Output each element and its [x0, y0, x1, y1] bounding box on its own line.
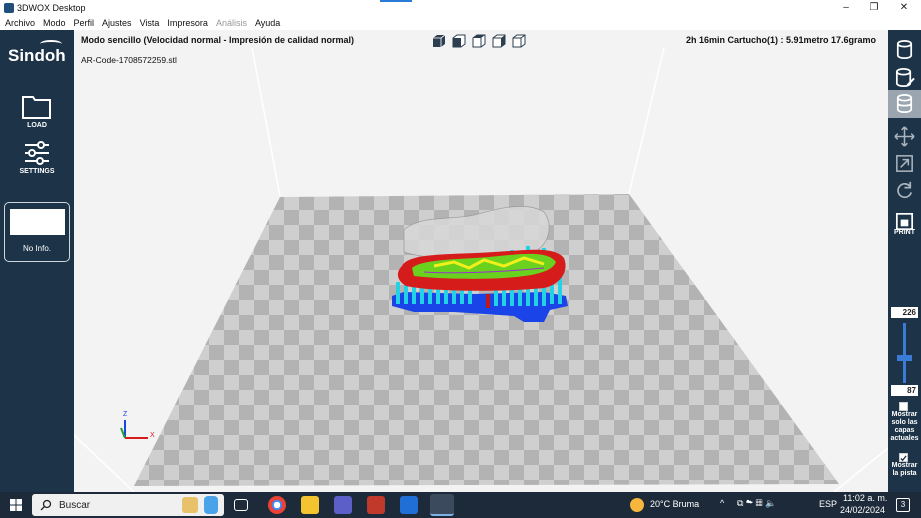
- view-top-cube-icon[interactable]: [471, 33, 487, 49]
- printer-info-label: No Info.: [22, 244, 51, 253]
- printer-info-preview: [10, 209, 65, 235]
- view-side-cube-icon[interactable]: [451, 33, 467, 49]
- file-name: AR-Code-1708572259.stl: [81, 55, 177, 65]
- layer-slider-track[interactable]: [903, 323, 906, 383]
- search-highlight-icon: [182, 497, 198, 513]
- weather-text[interactable]: 20°C Bruma: [650, 499, 699, 509]
- menu-archivo[interactable]: Archivo: [5, 16, 35, 30]
- volume-edge-bottom-right: [833, 447, 888, 492]
- notifications-icon[interactable]: 3: [896, 498, 910, 512]
- sliders-icon: [25, 141, 49, 165]
- search-icon: [40, 499, 52, 511]
- volume-edge-bottom-left: [74, 434, 135, 492]
- title-bar: 3DWOX Desktop – ❐ ✕: [0, 0, 921, 16]
- right-panel: PRINT 226 87 Mostrar solo las capas actu…: [888, 30, 921, 492]
- close-button[interactable]: ✕: [894, 2, 914, 14]
- show-track-label: Mostrar la pista: [891, 462, 918, 477]
- app-icon: [4, 3, 14, 13]
- volume-edge-left: [251, 47, 281, 197]
- menu-impresora[interactable]: Impresora: [167, 16, 208, 30]
- app-icon-blue[interactable]: [400, 496, 418, 514]
- chrome-icon[interactable]: [268, 496, 286, 514]
- sindoh-logo: Sindoh: [8, 46, 66, 65]
- checkmark-icon: [900, 455, 907, 462]
- menu-analisis: Análisis: [215, 18, 247, 28]
- rotate-icon[interactable]: [893, 179, 916, 202]
- restore-button[interactable]: ❐: [864, 2, 884, 14]
- show-current-layers-checkbox[interactable]: [899, 402, 908, 411]
- show-track-checkbox[interactable]: [899, 453, 908, 462]
- menu-perfil[interactable]: Perfil: [74, 16, 95, 30]
- move-icon[interactable]: [893, 125, 916, 148]
- axis-gizmo: [120, 420, 148, 439]
- 3d-viewport[interactable]: Z X Modo sencillo (Velocidad normal - Im…: [74, 30, 888, 492]
- print-mode-label[interactable]: Modo sencillo (Velocidad normal - Impres…: [81, 35, 354, 45]
- print-label: PRINT: [894, 229, 915, 236]
- task-view-icon[interactable]: [234, 499, 248, 511]
- settings-button[interactable]: SETTINGS: [14, 140, 60, 175]
- sliced-model: [392, 205, 568, 322]
- layer-top-input[interactable]: 226: [891, 307, 918, 318]
- taskbar-search[interactable]: Buscar: [32, 494, 224, 516]
- language-indicator[interactable]: ESP: [819, 499, 837, 509]
- show-current-layers-label: Mostrar solo las capas actuales: [890, 411, 919, 442]
- load-button[interactable]: LOAD: [14, 92, 60, 129]
- settings-label: SETTINGS: [19, 168, 55, 175]
- view-right-cube-icon[interactable]: [511, 33, 527, 49]
- load-label: LOAD: [27, 122, 47, 129]
- menu-ajustes[interactable]: Ajustes: [102, 16, 132, 30]
- window-title: 3DWOX Desktop: [17, 3, 86, 13]
- windows-start-icon[interactable]: [10, 499, 22, 511]
- scale-icon[interactable]: [893, 152, 916, 175]
- left-panel: Sindoh LOAD SETTINGS No Info.: [0, 30, 74, 492]
- file-explorer-icon[interactable]: [301, 496, 319, 514]
- tray-icons[interactable]: ⧉ ☁ ▦ 🔈: [737, 498, 776, 509]
- view-cube-toolbar: [431, 33, 527, 49]
- layer-slider-handle[interactable]: [897, 355, 912, 361]
- taskbar: Buscar 20°C Bruma ^ ⧉ ☁ ▦ 🔈 ESP 11:02 a.…: [0, 492, 921, 518]
- minimize-button[interactable]: –: [836, 2, 856, 14]
- volume-edge-right: [628, 47, 665, 195]
- menu-modo[interactable]: Modo: [43, 16, 66, 30]
- clock-date[interactable]: 24/02/2024: [840, 505, 885, 515]
- view-front-cube-icon[interactable]: [431, 33, 447, 49]
- print-button[interactable]: PRINT: [888, 206, 921, 241]
- title-accent: [380, 0, 412, 2]
- cylinder-icon[interactable]: [893, 38, 916, 61]
- search-highlight-bottle-icon: [204, 496, 218, 514]
- app-icon-red[interactable]: [367, 496, 385, 514]
- menu-bar: Archivo Modo Perfil Ajustes Vista Impres…: [0, 16, 921, 30]
- menu-ayuda[interactable]: Ayuda: [255, 16, 280, 30]
- 3dwox-taskbar-icon[interactable]: [430, 494, 454, 516]
- menu-vista[interactable]: Vista: [140, 16, 160, 30]
- cylinder-edit-icon[interactable]: [893, 66, 916, 89]
- print-estimate: 2h 16min Cartucho(1) : 5.91metro 17.6gra…: [685, 35, 876, 45]
- teams-icon[interactable]: [334, 496, 352, 514]
- chevron-up-icon[interactable]: ^: [720, 498, 724, 508]
- layers-stack-icon[interactable]: [893, 92, 916, 115]
- clock-time[interactable]: 11:02 a. m.: [843, 493, 887, 503]
- search-placeholder: Buscar: [59, 500, 91, 511]
- printer-info-card[interactable]: No Info.: [4, 202, 70, 262]
- axis-z-label: Z: [123, 411, 128, 418]
- weather-sun-icon[interactable]: [630, 498, 644, 512]
- build-scene: [74, 47, 888, 492]
- view-left-cube-icon[interactable]: [491, 33, 507, 49]
- folder-icon: [22, 96, 51, 119]
- axis-x-label: X: [150, 432, 155, 439]
- layer-bottom-input[interactable]: 87: [891, 385, 918, 396]
